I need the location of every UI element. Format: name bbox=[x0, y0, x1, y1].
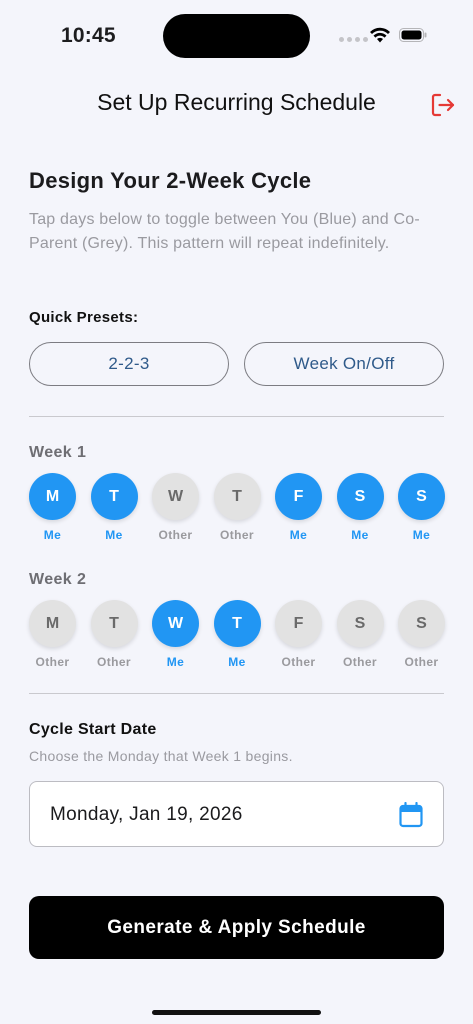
day-toggle[interactable]: T bbox=[213, 600, 261, 647]
week-1-day[interactable]: M Me bbox=[29, 473, 76, 542]
week-2-day[interactable]: T Me bbox=[213, 600, 261, 669]
day-toggle[interactable]: S bbox=[336, 473, 384, 520]
divider bbox=[29, 416, 444, 417]
instructions-text: Tap days below to toggle between You (Bl… bbox=[29, 211, 420, 252]
wifi-icon bbox=[370, 27, 390, 43]
day-toggle[interactable]: S bbox=[398, 473, 445, 520]
day-toggle[interactable]: S bbox=[336, 600, 384, 647]
week-2-label: Week 2 bbox=[29, 571, 87, 588]
day-toggle[interactable]: W bbox=[152, 600, 199, 647]
day-toggle[interactable]: T bbox=[90, 600, 138, 647]
generate-schedule-button[interactable]: Generate & Apply Schedule bbox=[29, 896, 444, 959]
day-owner-label: Me bbox=[166, 655, 185, 669]
day-owner-label: Me bbox=[351, 528, 369, 542]
cycle-start-helper: Choose the Monday that Week 1 begins. bbox=[29, 748, 293, 764]
day-owner-label: Me bbox=[289, 528, 308, 542]
divider bbox=[29, 693, 444, 694]
status-bar: 10:45 bbox=[0, 0, 473, 70]
page-title: Set Up Recurring Schedule bbox=[97, 89, 376, 115]
week-1-day[interactable]: S Me bbox=[398, 473, 445, 542]
week-1-label: Week 1 bbox=[29, 444, 87, 461]
day-owner-label: Other bbox=[158, 528, 193, 542]
day-owner-label: Other bbox=[35, 655, 70, 669]
cycle-start-label: Cycle Start Date bbox=[29, 721, 157, 738]
preset-2-2-3-button[interactable]: 2-2-3 bbox=[29, 342, 229, 386]
quick-presets-label: Quick Presets: bbox=[29, 309, 139, 326]
cellular-signal-icon bbox=[339, 37, 368, 42]
section-heading: Design Your 2-Week Cycle bbox=[29, 168, 312, 193]
week-1-day[interactable]: S Me bbox=[336, 473, 384, 542]
logout-icon[interactable] bbox=[430, 92, 456, 118]
week-1-day[interactable]: T Other bbox=[213, 473, 261, 542]
status-time: 10:45 bbox=[61, 24, 116, 47]
day-owner-label: Me bbox=[105, 528, 123, 542]
day-toggle[interactable]: T bbox=[90, 473, 138, 520]
day-owner-label: Other bbox=[281, 655, 316, 669]
day-owner-label: Other bbox=[404, 655, 439, 669]
week-2-day[interactable]: S Other bbox=[336, 600, 384, 669]
day-owner-label: Me bbox=[412, 528, 431, 542]
dynamic-island bbox=[163, 14, 310, 58]
battery-icon bbox=[399, 28, 427, 42]
cycle-start-date-value: Monday, Jan 19, 2026 bbox=[50, 804, 243, 825]
home-indicator bbox=[152, 1010, 321, 1015]
week-2-day[interactable]: S Other bbox=[398, 600, 445, 669]
preset-week-on-off-button[interactable]: Week On/Off bbox=[244, 342, 444, 386]
week-1-day[interactable]: W Other bbox=[152, 473, 199, 542]
day-owner-label: Other bbox=[219, 528, 254, 542]
week-1-day[interactable]: T Me bbox=[90, 473, 138, 542]
day-owner-label: Me bbox=[228, 655, 246, 669]
day-toggle[interactable]: F bbox=[275, 473, 322, 520]
week-2-day[interactable]: M Other bbox=[29, 600, 76, 669]
cycle-start-date-field[interactable]: Monday, Jan 19, 2026 bbox=[29, 781, 444, 847]
day-owner-label: Me bbox=[43, 528, 62, 542]
day-toggle[interactable]: S bbox=[398, 600, 445, 647]
day-owner-label: Other bbox=[96, 655, 131, 669]
week-2-day[interactable]: F Other bbox=[275, 600, 322, 669]
week-2-day[interactable]: W Me bbox=[152, 600, 199, 669]
day-toggle[interactable]: M bbox=[29, 473, 76, 520]
day-toggle[interactable]: F bbox=[275, 600, 322, 647]
day-toggle[interactable]: W bbox=[152, 473, 199, 520]
day-owner-label: Other bbox=[342, 655, 377, 669]
calendar-icon[interactable] bbox=[399, 802, 423, 828]
day-toggle[interactable]: M bbox=[29, 600, 76, 647]
day-toggle[interactable]: T bbox=[213, 473, 261, 520]
week-1-day[interactable]: F Me bbox=[275, 473, 322, 542]
week-2-day[interactable]: T Other bbox=[90, 600, 138, 669]
